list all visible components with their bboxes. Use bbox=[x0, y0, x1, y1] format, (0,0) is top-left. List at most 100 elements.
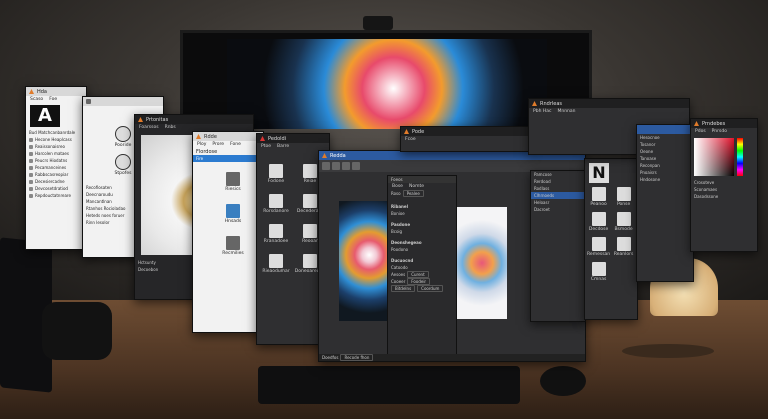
window-file-browser[interactable]: Rdde Ploy Prore Fone Flordose Fire Riesi… bbox=[192, 131, 264, 333]
list-item[interactable]: Hesocnoe bbox=[637, 134, 693, 141]
title-bar[interactable]: Prndebes bbox=[691, 119, 757, 128]
footer-button[interactable]: Recode fhon bbox=[340, 354, 374, 361]
window-color-picker[interactable]: Prndebes Pdos Pnrsdo Crosoteve Sconamaes… bbox=[690, 118, 758, 252]
window-title: Prndebes bbox=[702, 120, 726, 127]
action-button[interactable]: Coordum bbox=[417, 285, 444, 292]
app-logo-icon bbox=[260, 136, 265, 141]
list-item[interactable]: Pnoaisrs bbox=[637, 169, 693, 176]
tool-tile[interactable]: Rorsdanore bbox=[260, 194, 292, 214]
asset-tile[interactable]: Peanoo bbox=[587, 187, 610, 207]
list-item[interactable]: Hndosone bbox=[637, 176, 693, 183]
list-item[interactable]: Rodlass bbox=[531, 185, 585, 192]
field-input[interactable]: Foodeir bbox=[407, 278, 431, 285]
title-bar[interactable]: Rdde bbox=[193, 132, 263, 141]
selected-item[interactable]: Fire bbox=[193, 155, 263, 162]
list-item[interactable]: Pamcose bbox=[531, 171, 585, 178]
file-tile[interactable]: Hnsads bbox=[203, 204, 263, 224]
brush-icon[interactable] bbox=[332, 162, 340, 170]
folder-icon bbox=[29, 193, 33, 198]
canvas-left[interactable] bbox=[339, 201, 394, 321]
field-label: Roso bbox=[391, 191, 401, 196]
image-icon bbox=[591, 187, 606, 201]
section[interactable]: Deonshegeao bbox=[388, 239, 456, 246]
tree-item[interactable]: Pecamanceines bbox=[26, 164, 86, 171]
section[interactable]: Pasdone bbox=[388, 221, 456, 228]
tab[interactable]: Bose bbox=[392, 184, 403, 189]
menu-item[interactable]: Foarssos bbox=[139, 125, 159, 130]
field-value[interactable]: Pealee bbox=[402, 190, 424, 197]
menu-item[interactable]: Mnnnan bbox=[557, 109, 575, 114]
tool-tile[interactable]: Rranadoee bbox=[260, 224, 292, 244]
menu-item[interactable]: Rnbs bbox=[165, 125, 176, 130]
move-icon[interactable] bbox=[322, 162, 330, 170]
menu-item[interactable]: Barre bbox=[277, 144, 289, 149]
menu-item[interactable]: Scaso bbox=[30, 97, 43, 102]
file-tile[interactable]: Riesics bbox=[203, 172, 263, 192]
tree-item[interactable]: Rabbscasreopiar bbox=[26, 171, 86, 178]
hue-slider[interactable] bbox=[737, 138, 743, 176]
window-properties-list[interactable]: Hesocnoe Tosanor Oeone Tanoase Reconpan … bbox=[636, 124, 694, 282]
document-icon bbox=[616, 237, 631, 251]
title-bar[interactable]: Hda bbox=[26, 87, 86, 96]
list-item[interactable]: Tosanor bbox=[637, 141, 693, 148]
window-asset-grid[interactable]: N Peanoo Ponse Decdose Bsmode Remessan R… bbox=[584, 158, 638, 320]
file-tile[interactable]: Recmilies bbox=[203, 236, 263, 256]
tree-item[interactable]: Devcosetdratiod bbox=[26, 185, 86, 192]
window-layers-list[interactable]: Pamcose Rerdoad Rodlass Clhrnoeds Heloas… bbox=[530, 170, 586, 322]
title-bar[interactable]: Pedoldi bbox=[257, 134, 329, 143]
menu-item[interactable]: Prore bbox=[212, 142, 224, 147]
tool-tile[interactable]: Pooride bbox=[115, 126, 131, 148]
window-title: Hda bbox=[37, 88, 47, 95]
tree-item[interactable]: Repdouctatnreare bbox=[26, 192, 86, 199]
action-button[interactable]: Bitdelns bbox=[391, 285, 416, 292]
menu-item[interactable]: Fcoe bbox=[405, 137, 416, 142]
tree-item[interactable]: Harcolen mataes bbox=[26, 150, 86, 157]
menu-item[interactable]: Pbh Hac bbox=[533, 109, 551, 114]
color-field[interactable] bbox=[694, 138, 734, 176]
panel-title: Foeos bbox=[388, 176, 456, 183]
asset-tile[interactable]: Cmnas bbox=[587, 262, 610, 282]
window-layers[interactable]: Pode Fcoe bbox=[400, 126, 532, 152]
menu-item[interactable]: Ptoe bbox=[261, 144, 271, 149]
asset-tile[interactable]: Decdose bbox=[587, 212, 610, 232]
title-bar[interactable] bbox=[637, 125, 693, 134]
list-item[interactable]: Heloasr bbox=[531, 199, 585, 206]
tree-item[interactable]: Peucrs Hiodatns bbox=[26, 157, 86, 164]
asset-tile[interactable]: Bsmode bbox=[612, 212, 635, 232]
tab[interactable]: Nomte bbox=[409, 184, 424, 189]
asset-tile[interactable]: Ponse bbox=[612, 187, 635, 207]
menu-item[interactable]: Pdos bbox=[695, 129, 706, 134]
list-item[interactable]: Reconpan bbox=[637, 162, 693, 169]
hand-icon[interactable] bbox=[352, 162, 360, 170]
asset-tile[interactable]: Reanlors bbox=[612, 237, 635, 257]
menu-item[interactable]: Ploy bbox=[197, 142, 206, 147]
title-bar[interactable]: Pode bbox=[401, 127, 531, 136]
folder-icon bbox=[591, 237, 606, 251]
section[interactable]: Ribanel bbox=[388, 203, 456, 210]
folder-icon bbox=[29, 151, 33, 156]
menu-item[interactable]: Fone bbox=[230, 142, 241, 147]
tool-tile[interactable]: Rieaodumar bbox=[260, 254, 292, 274]
tool-tile[interactable]: Fodone bbox=[260, 164, 292, 184]
list-item[interactable]: Dacroet bbox=[531, 206, 585, 213]
tool-tile[interactable]: Stpofes bbox=[115, 154, 131, 176]
list-item[interactable]: Rerdoad bbox=[531, 178, 585, 185]
tree-item[interactable]: Reaissonaisreo bbox=[26, 143, 86, 150]
tree-item[interactable]: Decesiercadne bbox=[26, 178, 86, 185]
asset-label: Remessan bbox=[587, 252, 611, 257]
canvas-right[interactable] bbox=[457, 207, 507, 319]
section[interactable]: Ducuocnd bbox=[388, 257, 456, 264]
title-bar[interactable] bbox=[83, 97, 163, 106]
window-file-tree[interactable]: Hda Scaso Foe A Bud Matchcanbanrdale Hec… bbox=[25, 86, 87, 250]
menu-item[interactable]: Pnrsdo bbox=[712, 129, 727, 134]
title-bar[interactable]: Rndrleas bbox=[529, 99, 689, 108]
asset-tile[interactable]: Remessan bbox=[587, 237, 610, 257]
list-item[interactable]: Tanoase bbox=[637, 155, 693, 162]
list-item[interactable]: Oeone bbox=[637, 148, 693, 155]
list-item[interactable]: Clhrnoeds bbox=[531, 192, 585, 199]
menu-item[interactable]: Foe bbox=[49, 97, 57, 102]
zoom-icon[interactable] bbox=[342, 162, 350, 170]
title-bar[interactable]: Prtonitas bbox=[135, 115, 253, 124]
field-input[interactable]: Curent bbox=[407, 271, 429, 278]
tree-item[interactable]: Hecone Heaplcass bbox=[26, 136, 86, 143]
